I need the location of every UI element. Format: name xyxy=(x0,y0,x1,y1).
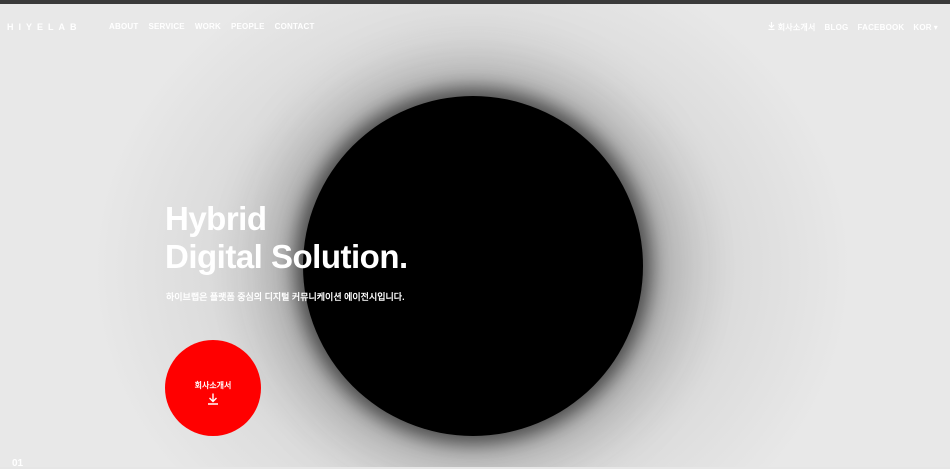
company-intro-download-button[interactable]: 회사소개서 xyxy=(165,340,261,436)
download-icon xyxy=(207,392,219,410)
logo[interactable]: HIYELAB xyxy=(7,22,82,32)
main-nav: ABOUT SERVICE WORK PEOPLE CONTACT xyxy=(109,22,315,31)
hero-subtitle: 하이브랩은 플랫폼 중심의 디지털 커뮤니케이션 에이전시입니다. xyxy=(166,292,405,302)
download-icon xyxy=(768,22,775,32)
slide-number: 01 xyxy=(12,458,24,469)
hero-title-line-2: Digital Solution. xyxy=(165,238,408,275)
blog-link[interactable]: BLOG xyxy=(825,23,849,32)
language-label: KOR xyxy=(913,23,932,32)
hero-title-line-1: Hybrid xyxy=(165,200,267,237)
chevron-down-icon: ▾ xyxy=(933,23,938,32)
hero-title: Hybrid Digital Solution. xyxy=(165,200,408,276)
nav-item-people[interactable]: PEOPLE xyxy=(231,22,265,31)
nav-item-service[interactable]: SERVICE xyxy=(148,22,184,31)
nav-item-about[interactable]: ABOUT xyxy=(109,22,138,31)
hero-background xyxy=(0,4,950,467)
language-selector[interactable]: KOR ▾ xyxy=(913,23,938,32)
company-intro-label: 회사소개서 xyxy=(777,23,816,32)
nav-item-contact[interactable]: CONTACT xyxy=(275,22,315,31)
cta-label: 회사소개서 xyxy=(194,381,232,390)
facebook-link[interactable]: FACEBOOK xyxy=(857,23,904,32)
company-intro-download-link[interactable]: 회사소개서 xyxy=(768,22,816,33)
site-header: HIYELAB ABOUT SERVICE WORK PEOPLE CONTAC… xyxy=(0,4,950,48)
nav-item-work[interactable]: WORK xyxy=(195,22,221,31)
utility-nav: 회사소개서 BLOG FACEBOOK KOR ▾ xyxy=(768,22,938,33)
